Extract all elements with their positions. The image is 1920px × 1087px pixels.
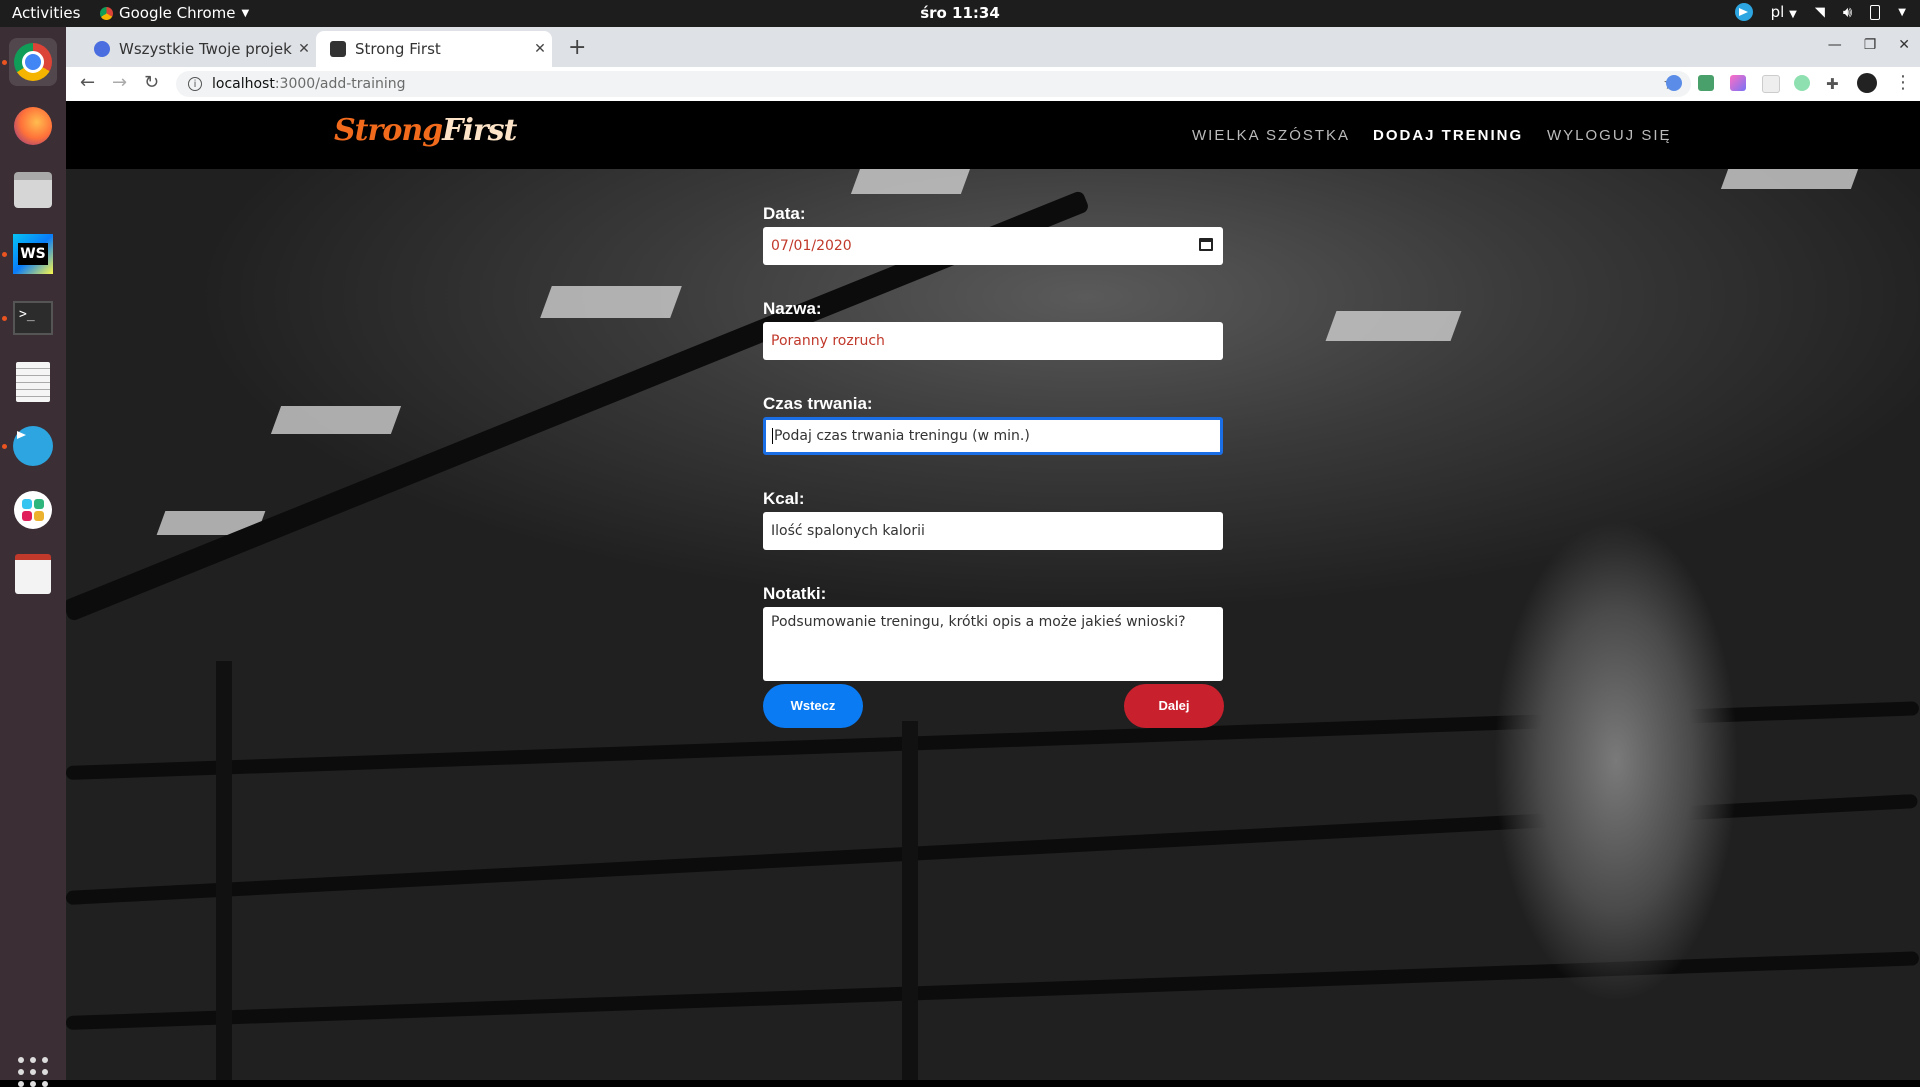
new-tab-icon[interactable]: + (568, 35, 586, 60)
running-indicator (2, 252, 7, 257)
next-button[interactable]: Dalej (1124, 684, 1224, 728)
window-controls: — ❐ ✕ (1828, 37, 1910, 53)
ubuntu-dock: WS >_ (0, 27, 66, 1087)
forward-arrow-icon[interactable]: → (112, 72, 127, 93)
kcal-input[interactable]: Ilość spalonych kalorii (763, 512, 1223, 550)
system-top-bar: Activities Google Chrome ▼ śro 11:34 pl … (0, 0, 1920, 27)
extension-icon[interactable] (1762, 75, 1780, 93)
browser-tab-strip: Wszystkie Twoje projekty ✕ Strong First … (66, 27, 1920, 67)
fighter-silhouette (1426, 491, 1806, 1080)
running-indicator (2, 60, 7, 65)
wifi-icon[interactable]: ◥ (1815, 5, 1825, 20)
tab-title: Strong First (355, 40, 441, 58)
date-input[interactable]: 07/01/2020 (763, 227, 1223, 265)
url-host: localhost (212, 76, 275, 92)
system-menu-chevron-icon[interactable]: ▼ (1898, 7, 1906, 18)
reload-icon[interactable]: ↻ (144, 72, 159, 93)
extension-icon[interactable] (1794, 75, 1810, 91)
show-applications-icon[interactable] (18, 1057, 48, 1087)
back-arrow-icon[interactable]: ← (80, 72, 95, 93)
clock[interactable]: śro 11:34 (0, 4, 1920, 22)
notes-label: Notatki: (763, 584, 827, 603)
add-training-form: Data: 07/01/2020 Nazwa: Poranny rozruch … (763, 204, 1223, 715)
name-value: Poranny rozruch (771, 333, 885, 349)
name-input[interactable]: Poranny rozruch (763, 322, 1223, 360)
site-info-icon[interactable]: i (188, 77, 202, 91)
close-tab-icon[interactable]: ✕ (528, 41, 552, 57)
ceiling-light (270, 406, 402, 434)
firefox-dock-icon[interactable] (9, 102, 57, 150)
browser-menu-icon[interactable]: ⋮ (1894, 72, 1912, 93)
running-indicator (2, 444, 7, 449)
tab-strong-first[interactable]: Strong First ✕ (316, 31, 552, 67)
url-path: :3000/add-training (274, 76, 406, 92)
back-button[interactable]: Wstecz (763, 684, 863, 728)
ceiling-light (540, 286, 682, 318)
system-tray[interactable]: pl ▼ ◥ 🔊︎ ▼ (1734, 3, 1906, 21)
notes-textarea[interactable]: Podsumowanie treningu, krótki opis a moż… (763, 607, 1223, 681)
browser-toolbar: ← → ↻ i localhost:3000/add-training ☆ ✚ … (66, 67, 1920, 102)
evince-dock-icon[interactable] (9, 550, 57, 598)
chrome-dock-icon[interactable] (9, 38, 57, 86)
files-dock-icon[interactable] (9, 166, 57, 214)
address-bar[interactable]: i localhost:3000/add-training ☆ (176, 71, 1691, 97)
date-value: 07/01/2020 (771, 238, 852, 254)
nav-add-training[interactable]: DODAJ TRENING (1373, 127, 1523, 144)
webstorm-dock-icon[interactable]: WS (9, 230, 57, 278)
extension-icon[interactable] (1730, 75, 1746, 91)
calendar-icon[interactable] (1199, 238, 1213, 251)
running-indicator (2, 316, 7, 321)
tab-favicon-icon (94, 41, 110, 57)
ring-post (902, 721, 918, 1080)
notes-placeholder: Podsumowanie treningu, krótki opis a moż… (771, 614, 1186, 630)
telegram-dock-icon[interactable] (9, 422, 57, 470)
duration-input[interactable]: Podaj czas trwania treningu (w min.) (763, 417, 1223, 455)
web-page: StrongFirst WIELKA SZÓSTKA DODAJ TRENING… (66, 101, 1920, 1080)
ring-post (216, 661, 232, 1080)
language-indicator[interactable]: pl ▼ (1771, 3, 1797, 21)
telegram-tray-icon[interactable] (1734, 3, 1753, 21)
extensions-puzzle-icon[interactable]: ✚ (1826, 75, 1842, 93)
tab-projects[interactable]: Wszystkie Twoje projekty ✕ (80, 31, 316, 67)
battery-icon[interactable] (1870, 4, 1881, 20)
duration-placeholder: Podaj czas trwania treningu (w min.) (774, 428, 1030, 444)
date-label: Data: (763, 204, 806, 223)
slack-dock-icon[interactable] (9, 486, 57, 534)
ceiling-light (1325, 311, 1462, 341)
kcal-placeholder: Ilość spalonych kalorii (771, 523, 925, 539)
terminal-dock-icon[interactable]: >_ (9, 294, 57, 342)
duration-label: Czas trwania: (763, 394, 873, 413)
volume-icon[interactable]: 🔊︎ (1843, 3, 1852, 21)
site-navbar: StrongFirst WIELKA SZÓSTKA DODAJ TRENING… (66, 101, 1920, 169)
text-caret (772, 428, 773, 444)
nav-big-six[interactable]: WIELKA SZÓSTKA (1192, 127, 1350, 144)
close-window-icon[interactable]: ✕ (1898, 37, 1910, 53)
tab-title: Wszystkie Twoje projekty (119, 40, 292, 58)
nav-logout[interactable]: WYLOGUJ SIĘ (1547, 127, 1672, 144)
restore-icon[interactable]: ❐ (1864, 37, 1877, 53)
close-tab-icon[interactable]: ✕ (292, 41, 316, 57)
ceiling-light (850, 166, 972, 194)
text-editor-dock-icon[interactable] (9, 358, 57, 406)
profile-avatar[interactable] (1857, 73, 1877, 93)
extension-icon[interactable] (1698, 75, 1714, 91)
kcal-label: Kcal: (763, 489, 805, 508)
extension-icon[interactable] (1666, 75, 1682, 91)
minimize-icon[interactable]: — (1828, 37, 1842, 53)
name-label: Nazwa: (763, 299, 822, 318)
strongfirst-logo[interactable]: StrongFirst (334, 113, 517, 148)
strongfirst-favicon-icon (330, 41, 346, 57)
